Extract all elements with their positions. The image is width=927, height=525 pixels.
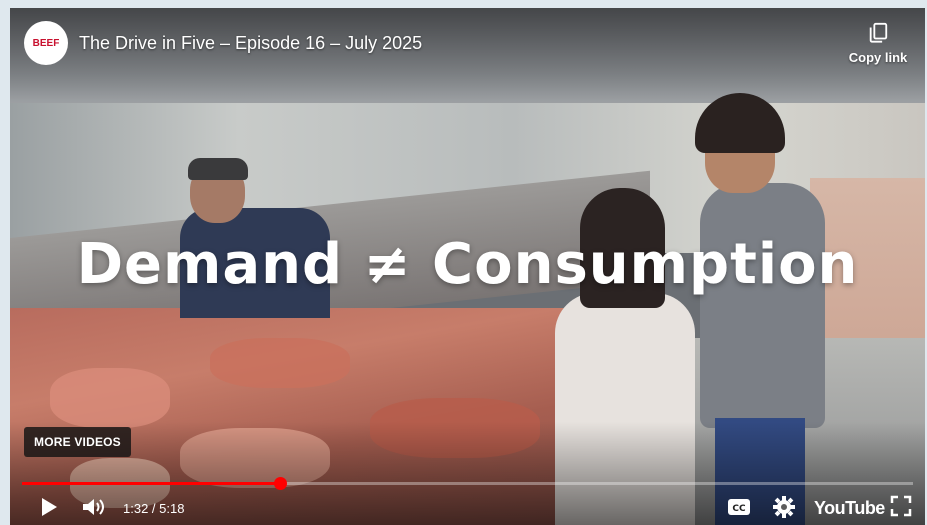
copy-link-button[interactable]: Copy link bbox=[843, 22, 913, 65]
play-icon[interactable] bbox=[38, 495, 60, 519]
svg-text:CC: CC bbox=[732, 504, 746, 514]
video-title[interactable]: The Drive in Five – Episode 16 – July 20… bbox=[79, 33, 422, 54]
progress-bar[interactable] bbox=[22, 477, 913, 490]
progress-played bbox=[22, 482, 281, 485]
copy-icon bbox=[869, 22, 888, 43]
fullscreen-icon[interactable] bbox=[890, 495, 912, 517]
more-videos-button[interactable]: MORE VIDEOS bbox=[24, 427, 131, 457]
video-caption-overlay: Demand ≠ Consumption bbox=[76, 232, 859, 297]
copy-link-label: Copy link bbox=[848, 50, 908, 65]
settings-icon[interactable] bbox=[772, 495, 796, 519]
volume-icon[interactable] bbox=[80, 495, 106, 519]
channel-logo-text: BEEF bbox=[32, 37, 60, 49]
captions-icon[interactable]: CC bbox=[727, 497, 751, 517]
youtube-logo[interactable]: YouTube bbox=[814, 498, 885, 519]
time-display: 1:32 / 5:18 bbox=[123, 501, 185, 516]
channel-logo[interactable]: BEEF bbox=[24, 21, 68, 65]
video-player[interactable]: Demand ≠ Consumption BEEF The Drive in F… bbox=[10, 8, 925, 525]
player-controls: 1:32 / 5:18 CC YouTube bbox=[10, 492, 925, 522]
